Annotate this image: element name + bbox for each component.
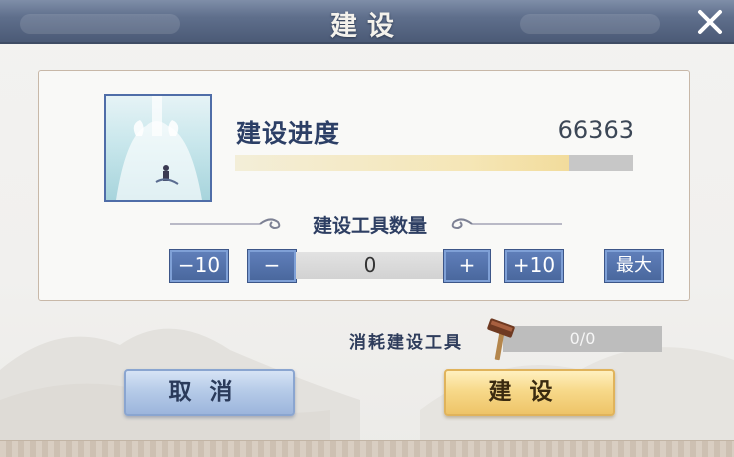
quantity-field[interactable]: 0 [296,252,444,279]
progress-bar [235,155,633,171]
build-button[interactable]: 建设 [444,369,615,416]
build-dialog: 建设 建设进度 66363 建设工具数量 −10 − 0 + +10 最大 消耗… [0,0,734,457]
progress-bar-fill [235,155,570,171]
cancel-button[interactable]: 取消 [124,369,295,416]
hammer-icon [487,318,515,361]
max-button[interactable]: 最大 [604,249,664,283]
dialog-header: 建设 [0,0,734,44]
consume-tools-label: 消耗建设工具 [349,333,463,353]
dialog-title: 建设 [330,11,404,42]
plus-10-button[interactable]: +10 [504,249,564,283]
progress-value: 66363 [557,116,634,144]
close-icon[interactable] [694,6,726,38]
plus-button[interactable]: + [443,249,491,283]
consume-tools-bar: 0/0 [503,326,662,352]
minus-10-button[interactable]: −10 [169,249,229,283]
ornament-right-icon [451,218,562,230]
footer-decoration [0,440,734,457]
progress-label: 建设进度 [236,119,341,148]
minus-button[interactable]: − [247,249,297,283]
building-image [116,96,202,200]
building-thumbnail [104,94,212,202]
